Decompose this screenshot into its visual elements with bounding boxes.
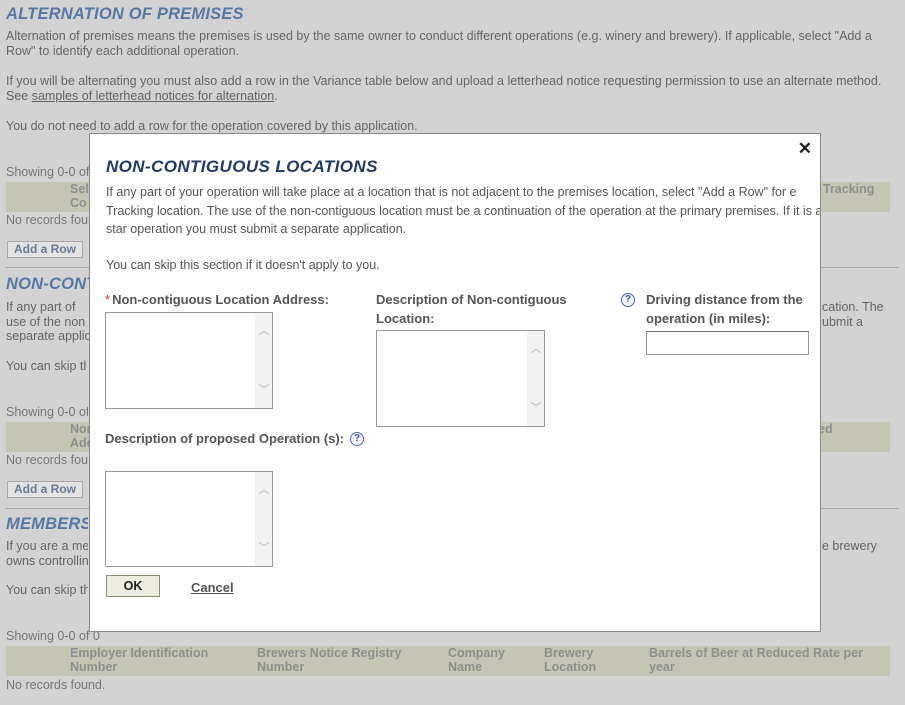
noncontiguous-para-right: cation. The ubmit a — [822, 300, 904, 329]
address-label: * Non-contiguous Location Address: — [105, 291, 365, 310]
ok-button[interactable]: OK — [106, 575, 160, 597]
modal-skip-note: You can skip this section if it doesn't … — [106, 258, 380, 272]
members-para-left-2: owns controllin — [6, 553, 88, 568]
noncontiguous-para-right-1: cation. The — [822, 300, 884, 314]
noncontiguous-para-left: If any part of use of the non separate app… — [6, 300, 96, 344]
scroll-down-icon[interactable]: ﹀ — [258, 542, 270, 554]
close-icon[interactable]: ✕ — [798, 139, 812, 159]
members-col-location: Brewery Location — [544, 646, 597, 674]
alternation-add-row-button[interactable]: Add a Row — [7, 241, 83, 258]
operation-description-label: Description of proposed Operation (s): — [105, 431, 345, 446]
alternation-col-tracking: Tracking — [823, 182, 875, 196]
members-para-right: e brewery — [822, 539, 877, 553]
alternation-section-title: ALTERNATION OF PREMISES — [6, 5, 244, 23]
location-description-scrollbar[interactable]: ︿ ﹀ — [527, 331, 544, 426]
members-para-left-1: If you are a me — [6, 539, 88, 553]
alternation-para-2-suffix: . — [274, 88, 278, 103]
modal-description: If any part of your operation will take … — [106, 185, 821, 236]
driving-distance-label: Driving distance from the operation (in m… — [646, 291, 820, 328]
noncontiguous-skip-note: You can skip this section if it doesn't … — [6, 359, 86, 373]
alternation-col-select: Sel Co — [70, 182, 89, 210]
scroll-up-icon[interactable]: ︿ — [258, 484, 270, 496]
noncontiguous-modal: ✕ NON-CONTIGUOUS LOCATIONS If any part o… — [89, 133, 821, 632]
alternation-para-3: You do not need to add a row for the ope… — [6, 119, 418, 133]
operation-description-scrollbar[interactable]: ︿ ﹀ — [255, 472, 272, 566]
members-section-title: MEMBERS — [6, 515, 88, 533]
members-col-ein: Employer Identification Number — [70, 646, 209, 674]
address-scrollbar[interactable]: ︿ ﹀ — [255, 313, 272, 408]
members-table-header: Employer Identification Number Brewers N… — [6, 646, 890, 676]
noncontiguous-para-right-2: ubmit a — [822, 314, 863, 329]
scroll-down-icon[interactable]: ﹀ — [530, 402, 542, 414]
noncontiguous-para-left-3: separate applic — [6, 329, 91, 343]
members-para-left: If you are a me owns controllin — [6, 539, 88, 568]
cancel-link[interactable]: Cancel — [191, 580, 234, 595]
members-skip-note: You can skip th — [6, 583, 88, 597]
scroll-up-icon[interactable]: ︿ — [258, 325, 270, 337]
noncontiguous-add-row-button[interactable]: Add a Row — [7, 481, 83, 498]
alternation-col-select-line2: Co — [70, 195, 87, 210]
noncontiguous-para-left-1: If any part of — [6, 300, 76, 314]
required-asterisk: * — [105, 292, 111, 307]
scroll-down-icon[interactable]: ﹀ — [258, 384, 270, 396]
location-description-textarea[interactable]: ︿ ﹀ — [376, 330, 545, 427]
scroll-up-icon[interactable]: ︿ — [530, 343, 542, 355]
operation-description-textarea[interactable]: ︿ ﹀ — [105, 471, 273, 567]
address-textarea[interactable]: ︿ ﹀ — [105, 312, 273, 409]
members-showing-count: Showing 0-0 of 0 — [6, 629, 100, 643]
driving-distance-label-line1: Driving distance from the — [646, 292, 803, 307]
location-description-label: Description of Non-contiguous Location: — [376, 292, 567, 326]
alternation-para-2: If you will be alternating you must also… — [6, 74, 898, 103]
alternation-showing-count: Showing 0-0 of 0 — [6, 165, 100, 179]
noncontiguous-no-records: No records found. — [6, 453, 88, 467]
noncontiguous-showing-count: Showing 0-0 of 0 — [6, 405, 88, 419]
help-icon[interactable]: ? — [621, 293, 635, 307]
members-col-bnr: Brewers Notice Registry Number — [257, 646, 402, 674]
members-no-records: No records found. — [6, 678, 106, 692]
samples-letterhead-link[interactable]: samples of letterhead notices for altern… — [32, 89, 275, 103]
members-col-company: Company Name — [448, 646, 505, 674]
noncontiguous-para-left-2: use of the non — [6, 314, 86, 329]
driving-distance-label-line2: operation (in miles): — [646, 310, 771, 326]
help-icon[interactable]: ? — [350, 432, 364, 446]
address-label-text: Non-contiguous Location Address: — [112, 292, 329, 307]
modal-title: NON-CONTIGUOUS LOCATIONS — [106, 157, 378, 176]
driving-distance-input[interactable] — [646, 331, 809, 355]
members-col-barrels: Barrels of Beer at Reduced Rate per year — [649, 646, 863, 674]
alternation-para-1: Alternation of premises means the premis… — [6, 29, 872, 58]
alternation-col-select-line1: Sel — [70, 182, 89, 196]
